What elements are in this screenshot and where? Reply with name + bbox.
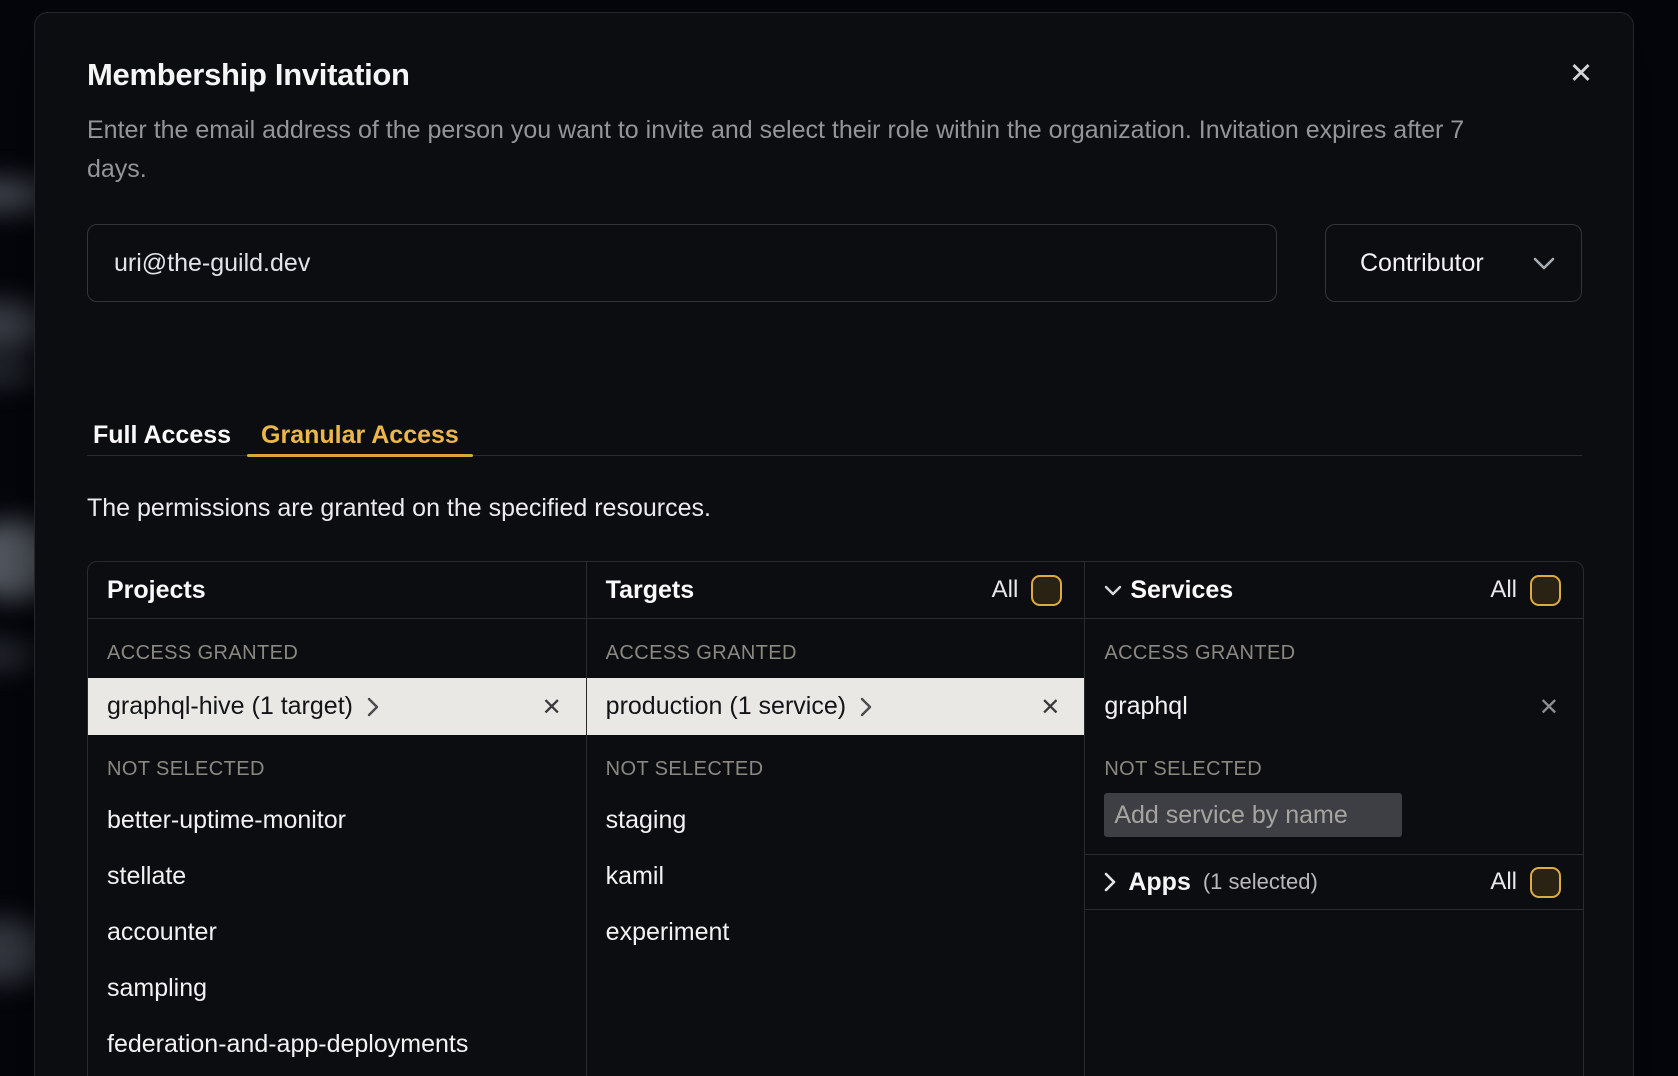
services-header-cell: Services All <box>1085 562 1583 618</box>
chevron-down-icon <box>1533 257 1555 270</box>
permissions-note: The permissions are granted on the speci… <box>87 494 711 523</box>
targets-all-checkbox[interactable] <box>1031 575 1062 606</box>
invite-form-row: Contributor <box>87 224 1582 302</box>
membership-invitation-dialog: ✕ Membership Invitation Enter the email … <box>34 12 1634 1076</box>
close-icon: ✕ <box>1040 693 1060 721</box>
backdrop-blur-blob <box>0 640 38 670</box>
projects-granted-item-label: graphql-hive (1 target) <box>107 692 353 721</box>
services-granted-row[interactable]: graphql ✕ <box>1085 678 1583 735</box>
dialog-description-line1: Enter the email address of the person yo… <box>87 116 1464 144</box>
apps-title: Apps <box>1128 868 1191 897</box>
project-list-item[interactable]: better-uptime-monitor <box>88 792 586 848</box>
resource-selection-table: Projects Targets All Services All <box>87 561 1584 1076</box>
projects-header-cell: Projects <box>88 562 587 618</box>
resource-table-body: ACCESS GRANTED graphql-hive (1 target) ✕… <box>88 619 1583 1076</box>
targets-column-title: Targets <box>606 576 694 605</box>
services-granted-item-label: graphql <box>1104 692 1187 721</box>
targets-all-group: All <box>992 575 1063 606</box>
tab-granular-access-label: Granular Access <box>261 421 459 450</box>
close-button[interactable]: ✕ <box>1561 53 1601 93</box>
services-all-group: All <box>1490 575 1561 606</box>
targets-access-granted-label: ACCESS GRANTED <box>587 642 1085 664</box>
role-select-value: Contributor <box>1360 249 1484 278</box>
close-icon: ✕ <box>1569 59 1593 88</box>
role-select[interactable]: Contributor <box>1325 224 1582 302</box>
remove-target-button[interactable]: ✕ <box>1040 695 1060 719</box>
services-column-title: Services <box>1130 576 1233 605</box>
services-column: ACCESS GRANTED graphql ✕ NOT SELECTED Ap… <box>1085 619 1583 1076</box>
services-not-selected-label: NOT SELECTED <box>1085 758 1583 780</box>
targets-header-cell: Targets All <box>587 562 1086 618</box>
targets-not-selected-list: staging kamil experiment <box>587 792 1085 960</box>
tab-full-access[interactable]: Full Access <box>87 416 247 455</box>
projects-granted-row[interactable]: graphql-hive (1 target) ✕ <box>88 678 586 735</box>
dialog-title: Membership Invitation <box>87 57 410 93</box>
services-all-label: All <box>1490 576 1517 604</box>
chevron-down-icon[interactable] <box>1104 585 1122 596</box>
tab-granular-access[interactable]: Granular Access <box>247 416 473 455</box>
apps-all-group: All <box>1490 867 1561 898</box>
targets-all-label: All <box>992 576 1019 604</box>
project-list-item[interactable]: federation-and-app-deployments <box>88 1016 586 1072</box>
add-service-input[interactable] <box>1104 793 1402 837</box>
apps-all-label: All <box>1490 868 1517 896</box>
remove-service-button[interactable]: ✕ <box>1539 695 1559 719</box>
projects-access-granted-label: ACCESS GRANTED <box>88 642 586 664</box>
apps-all-checkbox[interactable] <box>1530 867 1561 898</box>
remove-project-button[interactable]: ✕ <box>542 695 562 719</box>
target-list-item[interactable]: kamil <box>587 848 1085 904</box>
services-access-granted-label: ACCESS GRANTED <box>1085 642 1583 664</box>
services-all-checkbox[interactable] <box>1530 575 1561 606</box>
tab-full-access-label: Full Access <box>93 421 231 450</box>
project-list-item[interactable]: stellate <box>88 848 586 904</box>
project-list-item[interactable]: sampling <box>88 960 586 1016</box>
access-tabs: Full Access Granular Access <box>87 416 1582 456</box>
email-input[interactable] <box>87 224 1277 302</box>
target-list-item[interactable]: experiment <box>587 904 1085 960</box>
dialog-description-line2: days. <box>87 155 147 183</box>
target-list-item[interactable]: staging <box>587 792 1085 848</box>
apps-row[interactable]: Apps (1 selected) All <box>1085 854 1583 910</box>
projects-not-selected-list: better-uptime-monitor stellate accounter… <box>88 792 586 1072</box>
close-icon: ✕ <box>1539 693 1559 721</box>
chevron-right-icon[interactable] <box>1104 872 1116 892</box>
targets-not-selected-label: NOT SELECTED <box>587 758 1085 780</box>
apps-selected-count: (1 selected) <box>1203 869 1318 895</box>
targets-column: ACCESS GRANTED production (1 service) ✕ … <box>587 619 1086 1076</box>
projects-column: ACCESS GRANTED graphql-hive (1 target) ✕… <box>88 619 587 1076</box>
projects-not-selected-label: NOT SELECTED <box>88 758 586 780</box>
chevron-right-icon <box>860 697 872 717</box>
dialog-description: Enter the email address of the person yo… <box>87 111 1587 189</box>
targets-granted-row[interactable]: production (1 service) ✕ <box>587 678 1085 735</box>
targets-granted-item-label: production (1 service) <box>606 692 846 721</box>
project-list-item[interactable]: accounter <box>88 904 586 960</box>
close-icon: ✕ <box>542 693 562 721</box>
projects-column-title: Projects <box>107 576 206 605</box>
chevron-right-icon <box>367 697 379 717</box>
resource-table-header: Projects Targets All Services All <box>88 562 1583 619</box>
